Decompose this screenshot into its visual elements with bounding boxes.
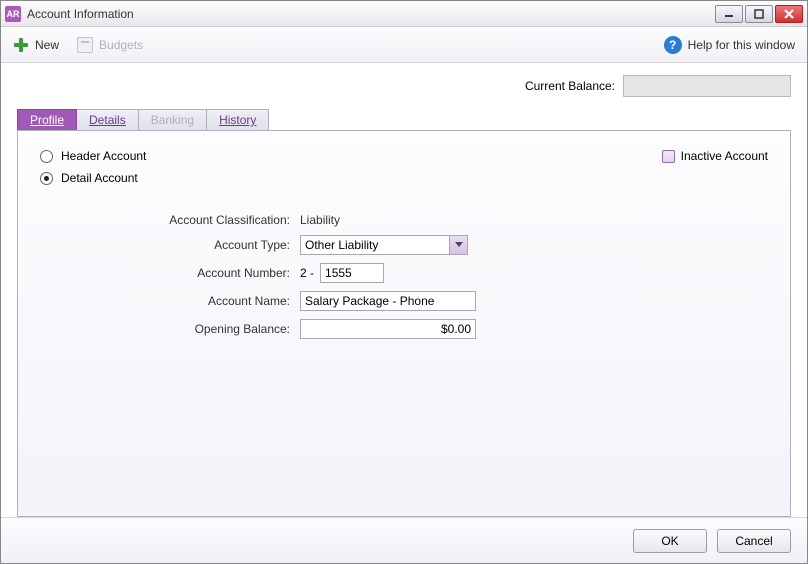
detail-account-label: Detail Account	[61, 171, 138, 185]
tab-details[interactable]: Details	[76, 109, 139, 130]
maximize-button[interactable]	[745, 5, 773, 23]
content-area: Current Balance: Profile Details Banking…	[1, 63, 807, 517]
app-icon: AR	[5, 6, 21, 22]
radio-icon	[40, 172, 53, 185]
new-label: New	[35, 38, 59, 52]
help-label: Help for this window	[688, 38, 795, 52]
budgets-label: Budgets	[99, 38, 143, 52]
titlebar: AR Account Information	[1, 1, 807, 27]
tabs: Profile Details Banking History	[17, 109, 791, 130]
account-number-label: Account Number:	[100, 266, 300, 280]
profile-panel: Header Account Detail Account Inactive A…	[17, 130, 791, 517]
budget-icon	[77, 37, 93, 53]
ok-button[interactable]: OK	[633, 529, 707, 553]
opening-balance-input[interactable]	[300, 319, 476, 339]
radio-icon	[40, 150, 53, 163]
balance-label: Current Balance:	[525, 79, 615, 93]
new-button[interactable]: New	[13, 37, 59, 53]
account-name-label: Account Name:	[100, 294, 300, 308]
inactive-label: Inactive Account	[681, 149, 768, 163]
classification-label: Account Classification:	[100, 213, 300, 227]
inactive-checkbox[interactable]	[662, 150, 675, 163]
cancel-button[interactable]: Cancel	[717, 529, 791, 553]
account-type-value: Other Liability	[305, 238, 378, 252]
account-name-input[interactable]	[300, 291, 476, 311]
form-rows: Account Classification: Liability Accoun…	[100, 213, 768, 339]
tab-banking: Banking	[138, 109, 207, 130]
window-title: Account Information	[27, 7, 715, 21]
opening-balance-label: Opening Balance:	[100, 322, 300, 336]
tab-history[interactable]: History	[206, 109, 269, 130]
account-number-prefix: 2 -	[300, 266, 314, 280]
account-kind-group: Header Account Detail Account	[40, 149, 768, 185]
chevron-down-icon	[449, 236, 467, 254]
account-number-input[interactable]	[320, 263, 384, 283]
inactive-account-row: Inactive Account	[662, 149, 768, 163]
account-type-dropdown[interactable]: Other Liability	[300, 235, 468, 255]
toolbar: New Budgets ? Help for this window	[1, 27, 807, 63]
tab-profile[interactable]: Profile	[17, 109, 77, 130]
plus-icon	[13, 37, 29, 53]
account-type-label: Account Type:	[100, 238, 300, 252]
balance-display	[623, 75, 791, 97]
detail-account-radio[interactable]: Detail Account	[40, 171, 768, 185]
budgets-button: Budgets	[77, 37, 143, 53]
header-account-label: Header Account	[61, 149, 146, 163]
help-icon: ?	[664, 36, 682, 54]
window-controls	[715, 5, 803, 23]
footer: OK Cancel	[1, 517, 807, 563]
header-account-radio[interactable]: Header Account	[40, 149, 768, 163]
close-button[interactable]	[775, 5, 803, 23]
classification-value: Liability	[300, 213, 340, 227]
help-link[interactable]: ? Help for this window	[664, 36, 795, 54]
balance-row: Current Balance:	[17, 75, 791, 97]
minimize-button[interactable]	[715, 5, 743, 23]
